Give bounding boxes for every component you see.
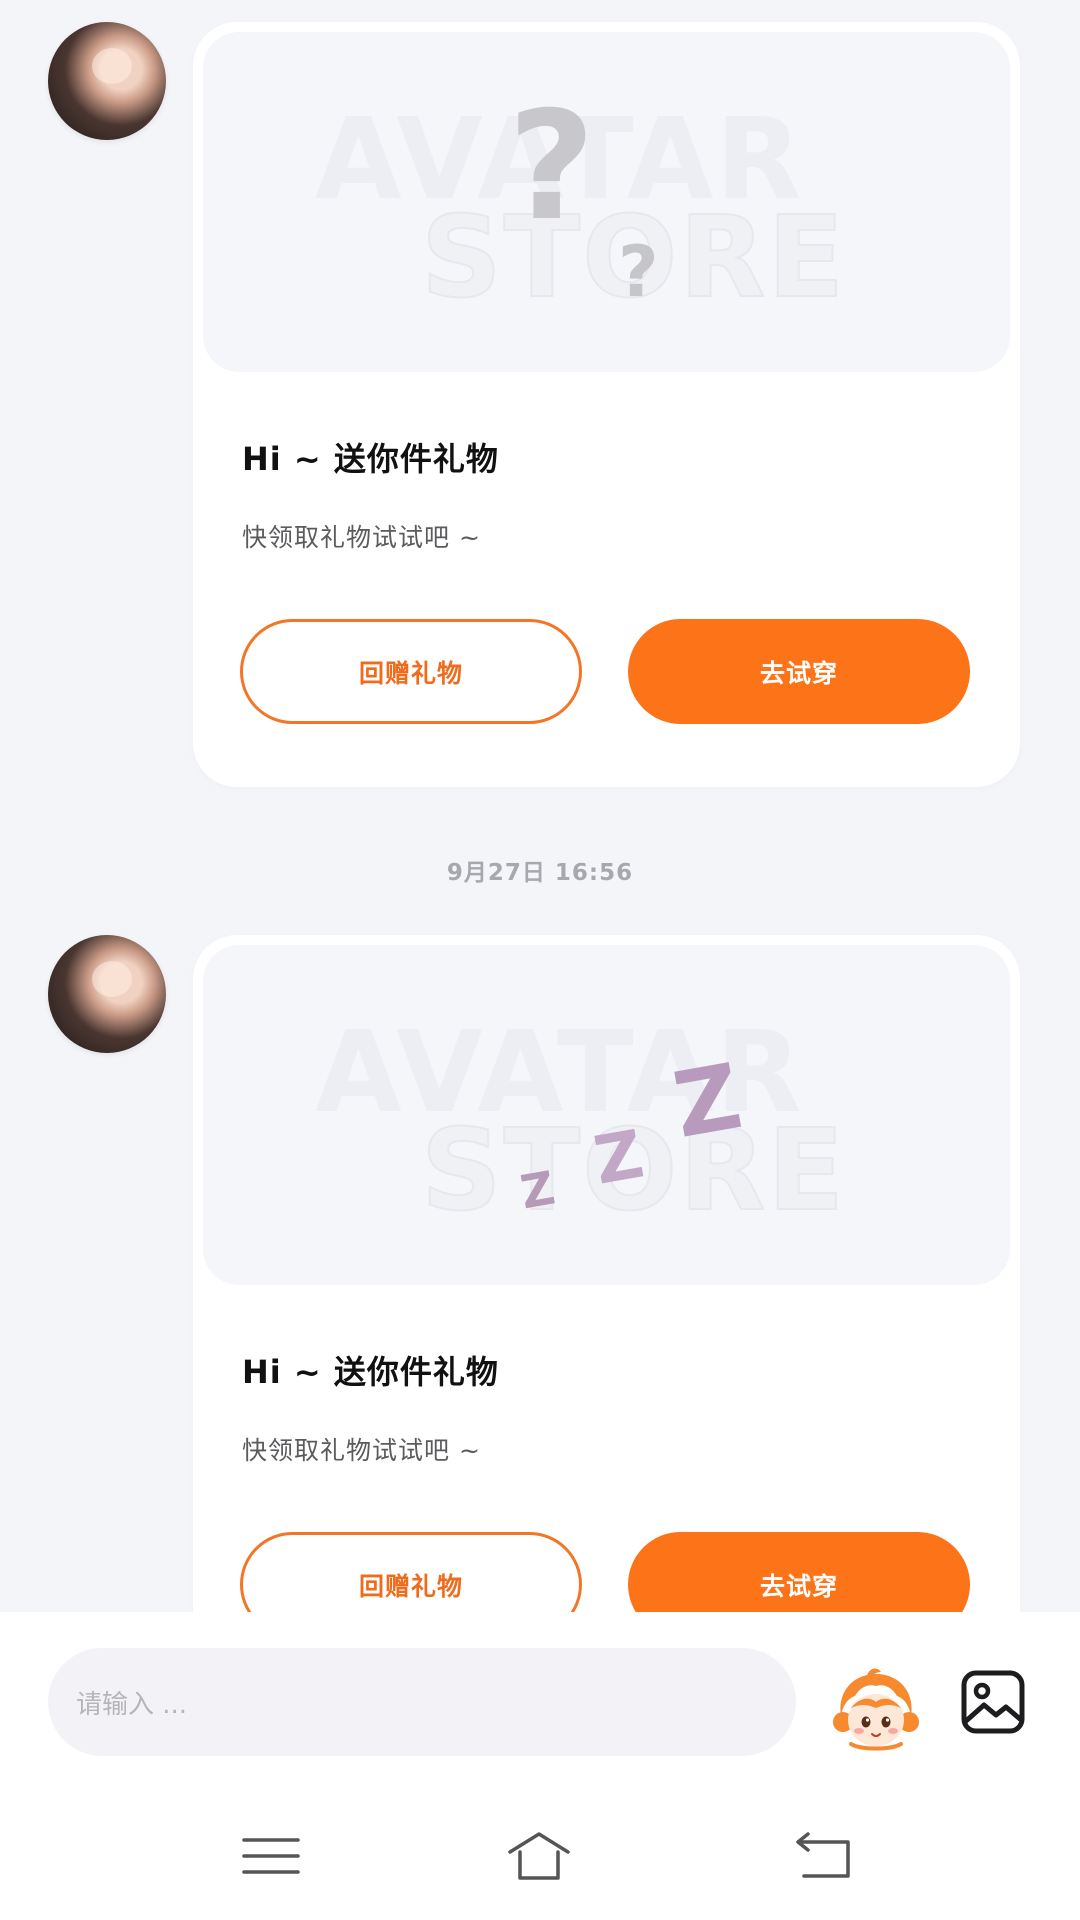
mascot-sticker-icon[interactable]: [831, 1664, 921, 1754]
card-title: Hi ~ 送你件礼物: [242, 440, 499, 478]
card-title: Hi ~ 送你件礼物: [242, 1353, 499, 1391]
chat-area: AVATAR STORE ? ? Hi ~ 送你件礼物 快领取礼物试试吧 ~ 回…: [0, 0, 1080, 1612]
sender-avatar[interactable]: [48, 935, 166, 1053]
message-input-bar: 请输入 ...: [0, 1612, 1080, 1760]
question-mark-icon: ?: [508, 80, 596, 254]
back-icon[interactable]: [790, 1830, 856, 1882]
menu-icon[interactable]: [238, 1830, 304, 1882]
return-gift-button[interactable]: 回赠礼物: [240, 619, 582, 724]
home-icon[interactable]: [506, 1830, 572, 1882]
card-subtitle: 快领取礼物试试吧 ~: [242, 1436, 481, 1465]
return-gift-button[interactable]: 回赠礼物: [240, 1532, 582, 1612]
try-on-button[interactable]: 去试穿: [628, 619, 970, 724]
question-mark-icon: ?: [618, 231, 659, 313]
system-nav-bar: [0, 1760, 1080, 1920]
sender-avatar[interactable]: [48, 22, 166, 140]
card-subtitle: 快领取礼物试试吧 ~: [242, 523, 481, 552]
gift-preview-image[interactable]: AVATAR STORE Z Z Z: [203, 945, 1010, 1285]
message-input[interactable]: 请输入 ...: [48, 1648, 796, 1756]
gift-message-card: AVATAR STORE ? ? Hi ~ 送你件礼物 快领取礼物试试吧 ~ 回…: [193, 22, 1020, 787]
gift-message-card: AVATAR STORE Z Z Z Hi ~ 送你件礼物 快领取礼物试试吧 ~…: [193, 935, 1020, 1612]
try-on-button[interactable]: 去试穿: [628, 1532, 970, 1612]
message-timestamp: 9月27日 16:56: [446, 860, 634, 886]
gift-preview-image[interactable]: AVATAR STORE ? ?: [203, 32, 1010, 372]
image-picker-icon[interactable]: [960, 1669, 1026, 1735]
